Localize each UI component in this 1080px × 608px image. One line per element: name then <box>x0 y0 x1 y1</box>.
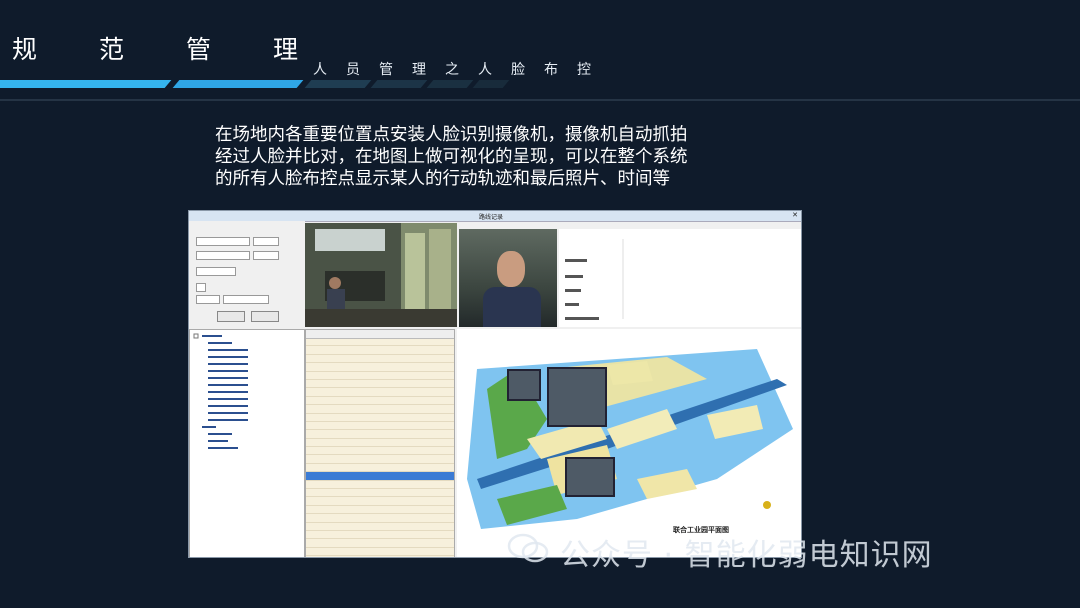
table-rows <box>306 338 454 557</box>
description-line: 的所有人脸布控点显示某人的行动轨迹和最后照片、时间等 <box>215 169 670 189</box>
query-panel <box>189 221 305 339</box>
header-divider <box>0 99 1080 101</box>
query-button[interactable] <box>217 311 245 322</box>
reset-button[interactable] <box>251 311 279 322</box>
page-title: 规范管理 <box>12 35 361 64</box>
face-capture-photo <box>459 229 557 327</box>
page-subtitle: 人员管理之人脸布控 <box>313 62 610 78</box>
camera-snapshot-scene <box>305 223 457 327</box>
watermark-text: 公众号 · 智能化弱电知识网 <box>560 538 933 573</box>
map-face-popup[interactable] <box>507 369 541 401</box>
description-line: 经过人脸并比对，在地图上做可视化的呈现，可以在整个系统 <box>215 147 688 167</box>
selected-table-row[interactable] <box>306 472 454 481</box>
wechat-icon <box>507 533 549 563</box>
window-title: 路线记录 <box>479 214 504 221</box>
map-face-popup[interactable] <box>547 367 607 427</box>
description-line: 在场地内各重要位置点安装人脸识别摄像机，摄像机自动抓拍 <box>215 125 688 145</box>
map-face-popup[interactable] <box>565 457 615 497</box>
face-tracking-app-window: 路线记录 ✕ 联合工业园平面图 <box>188 210 802 558</box>
park-floor-map[interactable]: 联合工业园平面图 <box>457 329 801 557</box>
close-icon[interactable]: ✕ <box>792 211 798 219</box>
person-info-panel <box>559 229 801 327</box>
header-stripes <box>0 80 560 92</box>
description: 在场地内各重要位置点安装人脸识别摄像机，摄像机自动抓拍 经过人脸并比对，在地图上… <box>215 124 735 190</box>
capture-record-table[interactable] <box>305 329 455 557</box>
device-tree-list[interactable] <box>189 329 305 557</box>
